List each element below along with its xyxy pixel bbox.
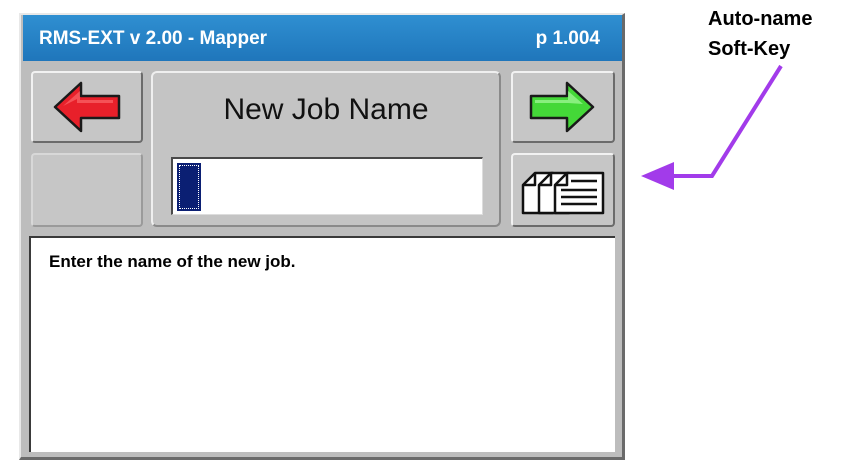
callout-arrowhead: [641, 162, 674, 190]
callout-arrow: [641, 64, 783, 190]
stage: RMS-EXT v 2.00 - Mapper p 1.004 New Job …: [0, 0, 841, 465]
